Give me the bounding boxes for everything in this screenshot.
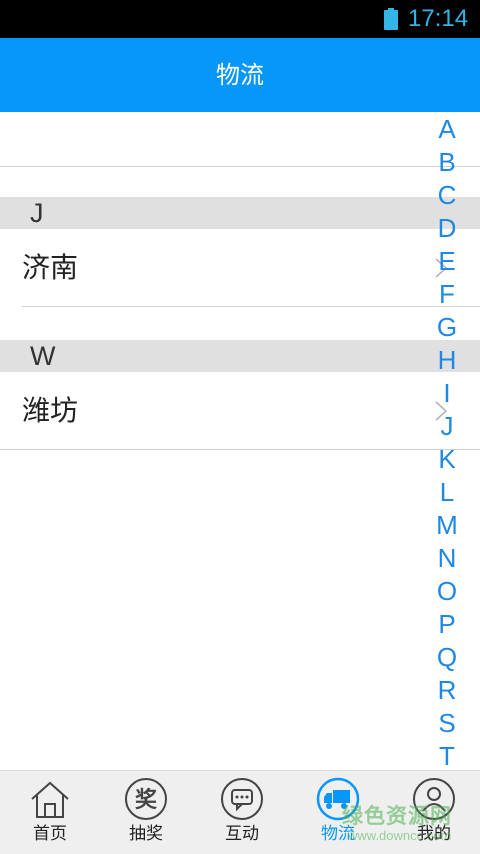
index-letter-m[interactable]: M	[432, 509, 462, 542]
battery-icon	[384, 8, 398, 30]
index-letter-c[interactable]: C	[432, 179, 462, 212]
index-letter-n[interactable]: N	[432, 542, 462, 575]
section-letter: J	[30, 198, 44, 228]
index-letter-l[interactable]: L	[432, 476, 462, 509]
index-letter-f[interactable]: F	[432, 278, 462, 311]
watermark: 绿色资源网 www.downcc.com	[342, 800, 478, 854]
index-letter-k[interactable]: K	[432, 443, 462, 476]
tab-interact[interactable]: 互动	[194, 771, 290, 854]
tab-label: 抽奖	[129, 824, 163, 844]
city-name: 潍坊	[22, 394, 79, 427]
home-icon	[31, 781, 69, 818]
index-letter-h[interactable]: H	[432, 344, 462, 377]
tab-label: 首页	[33, 824, 67, 844]
page-title: 物流	[216, 61, 264, 89]
status-bar: 17:14	[0, 0, 480, 38]
tab-home[interactable]: 首页	[2, 771, 98, 854]
city-row-weifang[interactable]: 潍坊	[0, 372, 480, 450]
index-letter-e[interactable]: E	[432, 245, 462, 278]
index-letter-a[interactable]: A	[432, 113, 462, 146]
index-letter-i[interactable]: I	[432, 377, 462, 410]
index-letter-g[interactable]: G	[432, 311, 462, 344]
index-letter-q[interactable]: Q	[432, 641, 462, 674]
index-letter-j[interactable]: J	[432, 410, 462, 443]
watermark-text: 绿色资源网	[342, 804, 452, 828]
index-letter-b[interactable]: B	[432, 146, 462, 179]
index-letter-r[interactable]: R	[432, 674, 462, 707]
tab-lottery[interactable]: 奖 抽奖	[98, 771, 194, 854]
lottery-icon: 奖	[125, 778, 167, 820]
section-header-w: W	[0, 340, 480, 372]
status-time: 17:14	[408, 5, 469, 32]
chat-bubble-icon	[221, 778, 263, 820]
index-letter-p[interactable]: P	[432, 608, 462, 641]
section-letter: W	[30, 341, 56, 371]
watermark-url: www.downcc.com	[348, 828, 452, 843]
lottery-glyph: 奖	[135, 787, 158, 813]
city-name: 济南	[22, 251, 79, 284]
row-divider	[22, 306, 480, 307]
tab-label: 互动	[225, 824, 259, 844]
city-row-jinan[interactable]: 济南	[0, 229, 480, 307]
alphabet-index-bar[interactable]: ABCDEFGHIJKLMNOPQRST	[432, 113, 462, 773]
empty-row	[0, 112, 480, 167]
section-header-j: J	[0, 197, 480, 229]
index-letter-s[interactable]: S	[432, 707, 462, 740]
index-letter-o[interactable]: O	[432, 575, 462, 608]
row-divider	[0, 449, 480, 450]
index-letter-d[interactable]: D	[432, 212, 462, 245]
app-header: 物流	[0, 38, 480, 112]
index-letter-t[interactable]: T	[432, 740, 462, 773]
